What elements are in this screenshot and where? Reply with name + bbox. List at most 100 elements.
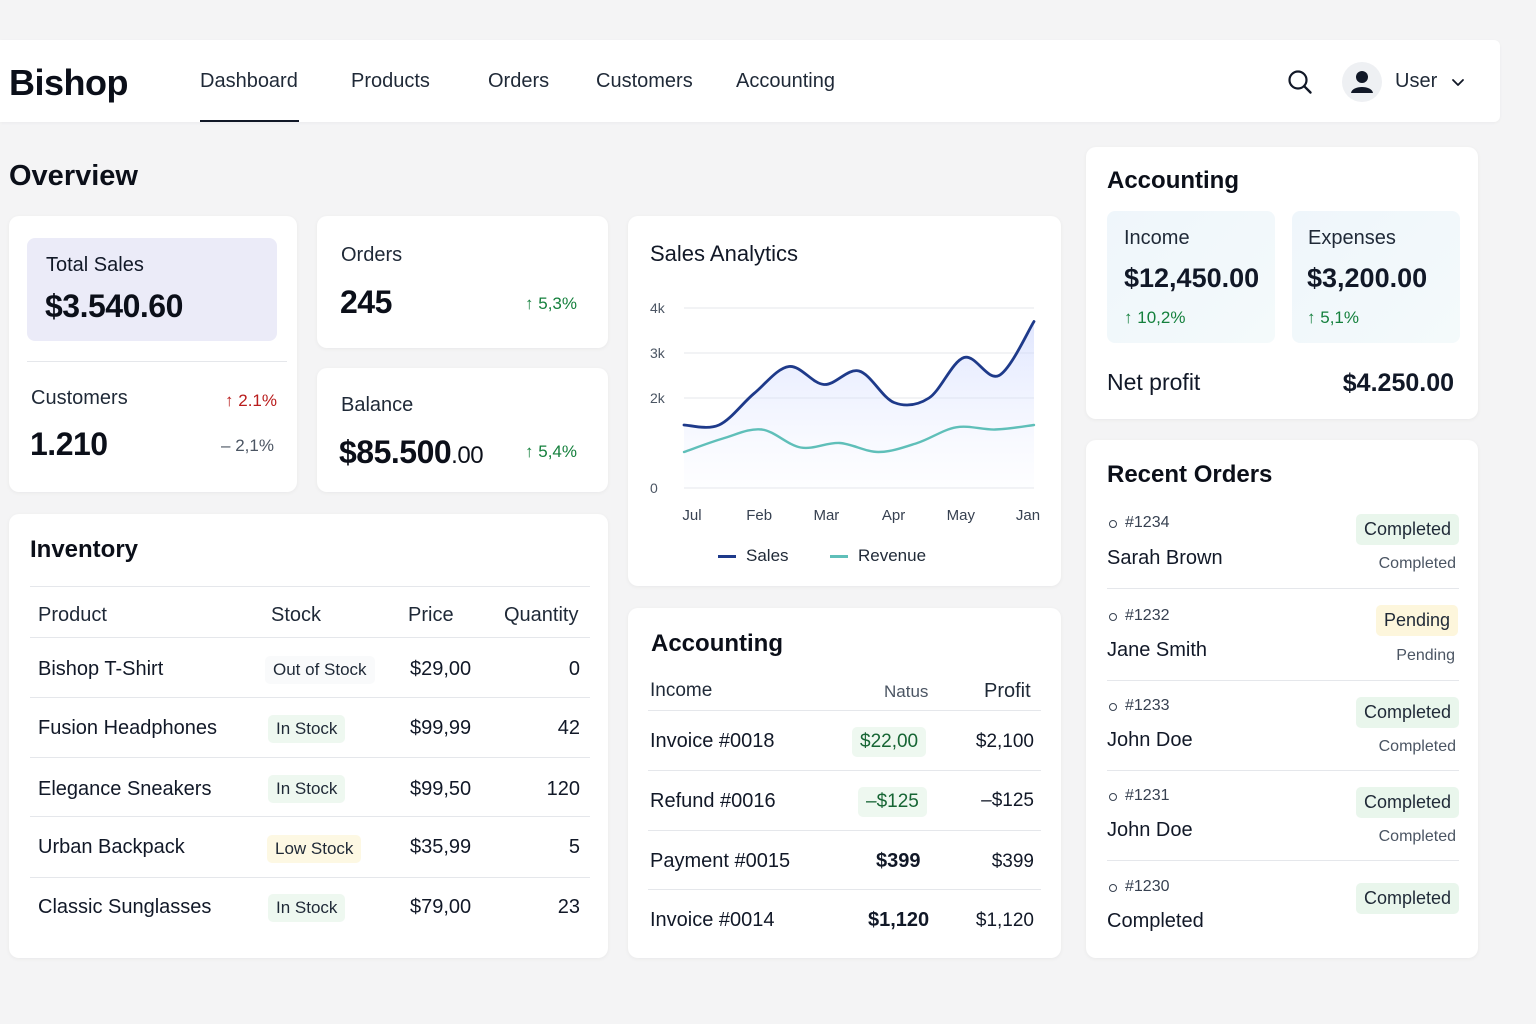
x-tick-label: Feb: [746, 507, 772, 524]
recent-orders-card: Recent Orders #1234 Sarah Brown Complete…: [1086, 440, 1478, 958]
inventory-product[interactable]: Fusion Headphones: [38, 717, 217, 740]
inventory-product[interactable]: Urban Backpack: [38, 836, 185, 859]
accounting-income[interactable]: Payment #0015: [650, 850, 790, 873]
x-tick-label: Mar: [813, 507, 839, 524]
nav-products[interactable]: Products: [351, 70, 430, 93]
expenses-tile[interactable]: Expenses $3,200.00 ↑ 5,1%: [1292, 211, 1460, 343]
income-delta: ↑ 10,2%: [1124, 308, 1186, 327]
accounting-income[interactable]: Refund #0016: [650, 790, 776, 813]
col-quantity[interactable]: Quantity: [504, 604, 578, 627]
accounting-natus: $399: [876, 850, 921, 872]
inventory-price: $99,50: [410, 778, 472, 800]
legend-swatch-revenue: [830, 554, 848, 558]
total-sales-value: $3.540.60: [45, 288, 183, 324]
order-status-badge: Completed: [1355, 883, 1459, 914]
col-stock[interactable]: Stock: [271, 604, 321, 627]
x-tick-label: Jan: [1016, 507, 1040, 524]
divider: [648, 710, 1041, 711]
order-status-badge: Completed: [1355, 787, 1459, 818]
legend-revenue[interactable]: Revenue: [830, 546, 926, 566]
nav-customers[interactable]: Customers: [596, 70, 693, 93]
order-id[interactable]: #1231: [1125, 787, 1170, 805]
order-status-badge: Completed: [1355, 514, 1459, 545]
order-customer[interactable]: John Doe: [1107, 819, 1193, 842]
legend-label-sales: Sales: [746, 546, 789, 565]
order-id[interactable]: #1234: [1125, 514, 1170, 532]
order-customer[interactable]: Sarah Brown: [1107, 547, 1223, 570]
accounting-natus: $22,00: [852, 727, 927, 757]
accounting-income[interactable]: Invoice #0014: [650, 909, 775, 932]
chevron-down-icon[interactable]: [1450, 74, 1466, 90]
orders-value: 245: [340, 284, 392, 320]
accounting-profit: $399: [991, 851, 1034, 872]
sales-area-fill: [684, 321, 1034, 488]
expenses-value: $3,200.00: [1307, 263, 1428, 293]
user-avatar[interactable]: [1342, 62, 1382, 102]
inventory-quantity: 23: [557, 896, 580, 918]
divider: [1107, 770, 1459, 771]
divider: [1107, 680, 1459, 681]
stock-badge: Low Stock: [267, 835, 362, 863]
accounting-profit: $2,100: [975, 731, 1034, 752]
col-price[interactable]: Price: [408, 604, 454, 627]
inventory-price: $35,99: [410, 836, 472, 858]
col-natus[interactable]: Natus: [884, 682, 928, 702]
avatar-icon: [1351, 71, 1373, 93]
x-tick-label: May: [947, 507, 976, 524]
balance-label: Balance: [341, 394, 414, 416]
order-dot-icon: [1109, 520, 1117, 528]
order-status-text: Pending: [1396, 647, 1455, 664]
order-customer[interactable]: Jane Smith: [1107, 639, 1207, 662]
accounting-summary-title: Accounting: [1107, 167, 1239, 194]
income-tile[interactable]: Income $12,450.00 ↑ 10,2%: [1107, 211, 1275, 343]
customers-delta-down: – 2,1%: [221, 436, 274, 455]
total-sales-highlight[interactable]: Total Sales $3.540.60: [27, 238, 277, 341]
inventory-card: Inventory Product Stock Price Quantity B…: [9, 514, 608, 958]
inventory-product[interactable]: Classic Sunglasses: [38, 896, 211, 919]
divider: [30, 586, 590, 587]
y-tick-label: 0: [650, 480, 658, 496]
accounting-natus: $1,120: [868, 909, 930, 931]
accounting-table-title: Accounting: [651, 630, 783, 657]
inventory-quantity: 0: [568, 658, 580, 680]
kpi-card-orders[interactable]: Orders 245 ↑ 5,3%: [317, 216, 608, 348]
search-icon[interactable]: [1286, 68, 1314, 96]
accounting-natus: –$125: [858, 787, 927, 817]
nav-dashboard[interactable]: Dashboard: [200, 70, 298, 93]
order-id[interactable]: #1232: [1125, 607, 1170, 625]
nav-orders[interactable]: Orders: [488, 70, 549, 93]
inventory-product[interactable]: Elegance Sneakers: [38, 778, 211, 801]
order-dot-icon: [1109, 703, 1117, 711]
order-dot-icon: [1109, 793, 1117, 801]
nav-accounting[interactable]: Accounting: [736, 70, 835, 93]
legend-swatch-sales: [718, 554, 736, 558]
brand-logo[interactable]: Bishop: [9, 62, 129, 104]
x-tick-label: Jul: [682, 507, 701, 524]
kpi-card-balance[interactable]: Balance $85.500.00 ↑ 5,4%: [317, 368, 608, 492]
divider: [30, 757, 590, 758]
y-tick-label: 2k: [650, 390, 666, 406]
legend-sales[interactable]: Sales: [718, 546, 789, 566]
legend-label-revenue: Revenue: [858, 546, 927, 565]
accounting-income[interactable]: Invoice #0018: [650, 730, 775, 753]
user-menu-label[interactable]: User: [1395, 70, 1437, 93]
order-customer[interactable]: John Doe: [1107, 729, 1193, 752]
inventory-product[interactable]: Bishop T-Shirt: [38, 658, 163, 681]
divider: [30, 877, 590, 878]
balance-value: $85.500.00: [339, 434, 484, 470]
sales-line-chart[interactable]: 0 2k 3k 4k Jul Feb Mar Apr May Jan: [628, 216, 1061, 586]
col-income[interactable]: Income: [650, 680, 712, 702]
order-id[interactable]: #1230: [1125, 878, 1170, 896]
stock-badge: In Stock: [268, 775, 346, 803]
col-profit[interactable]: Profit: [984, 680, 1031, 703]
customers-value: 1.210: [30, 426, 108, 462]
inventory-quantity: 5: [568, 836, 580, 858]
divider: [648, 889, 1041, 890]
inventory-quantity: 42: [557, 717, 580, 739]
order-status-text: Completed: [1378, 555, 1456, 572]
net-profit-value: $4.250.00: [1342, 369, 1454, 397]
active-tab-underline: [200, 120, 299, 122]
col-product[interactable]: Product: [38, 604, 107, 627]
order-customer[interactable]: Completed: [1107, 910, 1204, 933]
order-id[interactable]: #1233: [1125, 697, 1170, 715]
